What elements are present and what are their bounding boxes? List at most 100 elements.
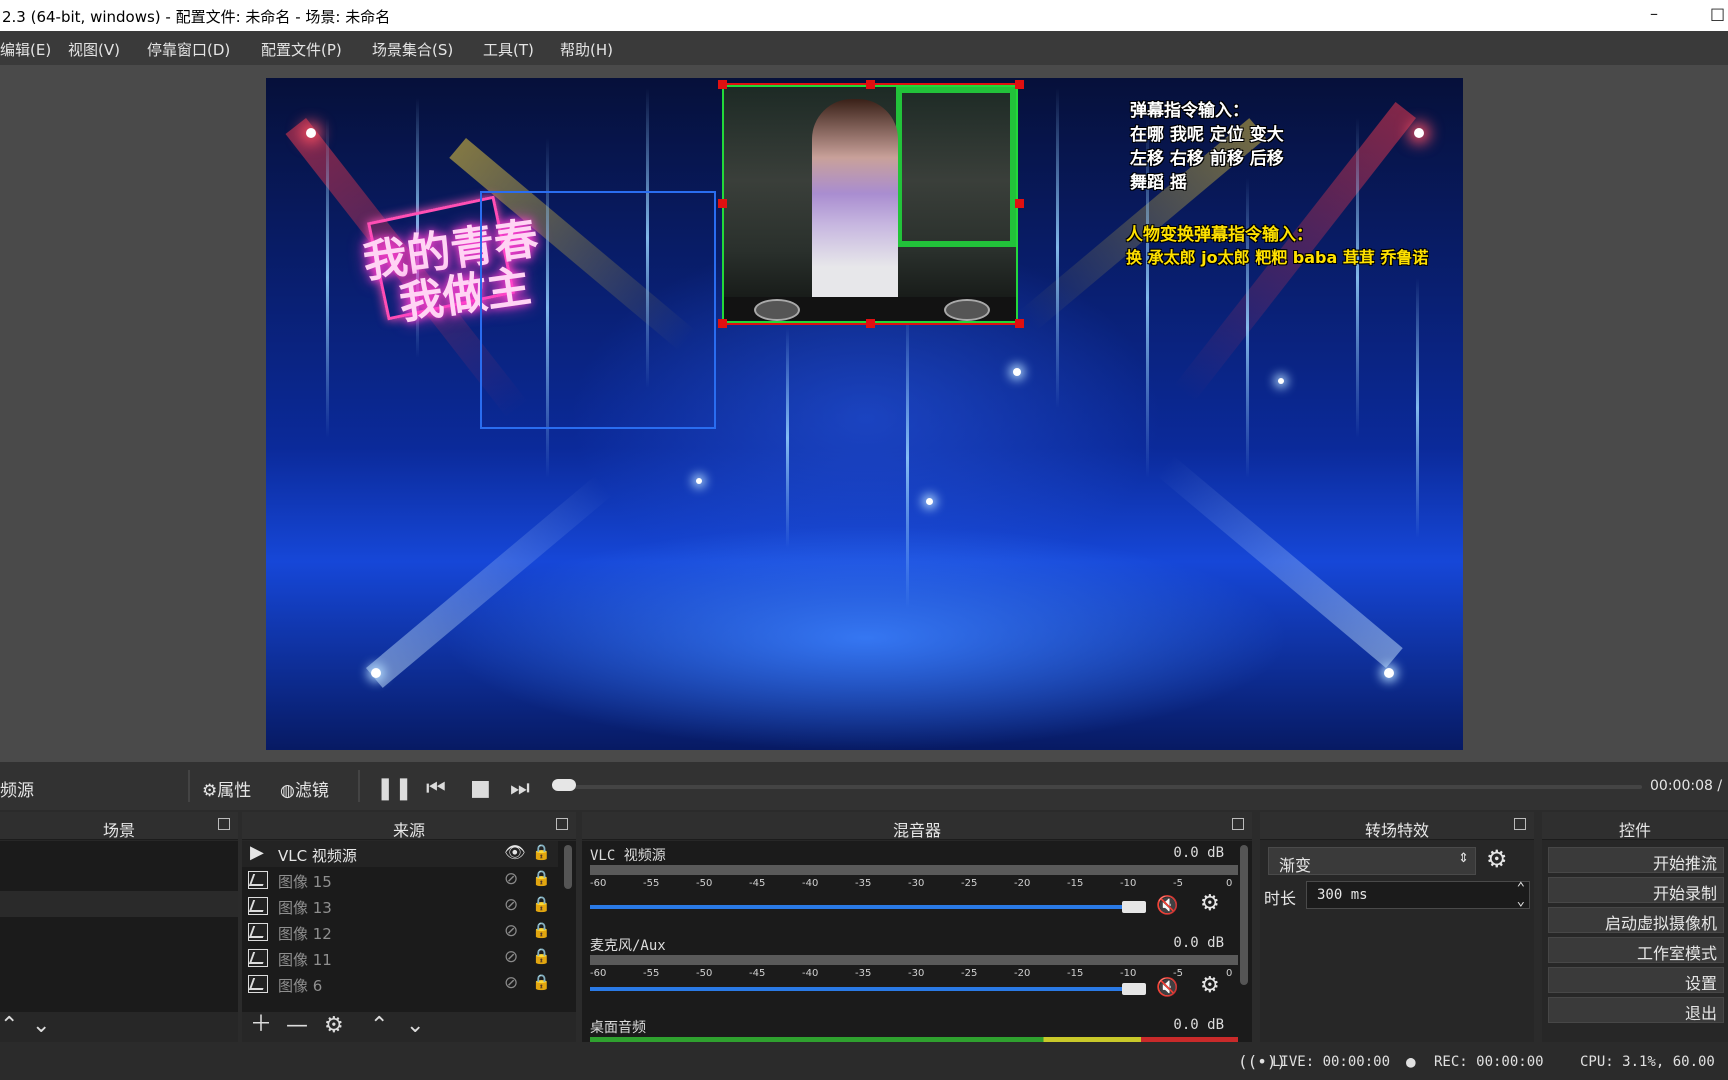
preview-canvas[interactable]: 我的青春 我做主 弹幕指令输入： 在哪 我呢 定位 变大 左移 右移 前移 后移… bbox=[266, 78, 1463, 750]
add-icon[interactable]: ＋ bbox=[250, 1006, 272, 1038]
lock-icon[interactable]: 🔒 bbox=[532, 869, 551, 887]
resize-handle[interactable] bbox=[866, 80, 875, 89]
lock-icon[interactable]: 🔒 bbox=[532, 921, 551, 939]
gear-icon[interactable]: ⚙ bbox=[1486, 845, 1508, 873]
sparkle bbox=[1384, 668, 1394, 678]
filters-button[interactable]: ◍滤镜 bbox=[280, 776, 329, 801]
lock-icon[interactable]: 🔒 bbox=[532, 843, 551, 861]
spinner-icon[interactable]: ⌃ ⌄ bbox=[1517, 881, 1525, 908]
scenes-title: 场景 bbox=[102, 821, 135, 840]
sources-list[interactable]: ▶ VLC 视频源 👁 🔒 图像 15 ⊘ 🔒 图像 13 ⊘ 🔒 图像 12 … bbox=[242, 841, 576, 1012]
meter-tick-label: -15 bbox=[1067, 878, 1084, 889]
light-streak bbox=[326, 118, 329, 438]
minimize-button[interactable]: – bbox=[1650, 4, 1658, 23]
eye-hidden-icon[interactable]: ⊘ bbox=[504, 895, 518, 915]
resize-handle[interactable] bbox=[1015, 80, 1024, 89]
menu-profile[interactable]: 配置文件(P) bbox=[261, 39, 342, 60]
source-item[interactable]: 图像 13 ⊘ 🔒 bbox=[242, 893, 558, 919]
status-bar: ((•)) LIVE: 00:00:00 ● REC: 00:00:00 CPU… bbox=[0, 1044, 1728, 1080]
menu-tools[interactable]: 工具(T) bbox=[483, 39, 534, 60]
eye-hidden-icon[interactable]: ⊘ bbox=[504, 973, 518, 993]
resize-handle[interactable] bbox=[718, 319, 727, 328]
gear-icon[interactable]: ⚙ bbox=[324, 1013, 344, 1038]
transitions-header: 转场特效 bbox=[1260, 812, 1534, 840]
menu-scene-coll[interactable]: 场景集合(S) bbox=[372, 39, 453, 60]
meter-tick-label: -45 bbox=[749, 878, 766, 889]
move-up-icon[interactable]: ⌃ bbox=[370, 1013, 388, 1038]
pause-icon[interactable]: ❚❚ bbox=[376, 776, 413, 801]
undock-icon[interactable] bbox=[1232, 818, 1244, 830]
lock-icon[interactable]: 🔒 bbox=[532, 895, 551, 913]
eye-hidden-icon[interactable]: ⊘ bbox=[504, 947, 518, 967]
remove-icon[interactable]: — bbox=[286, 1013, 308, 1038]
volume-slider[interactable] bbox=[590, 905, 1138, 909]
lock-icon[interactable]: 🔒 bbox=[532, 947, 551, 965]
image-icon bbox=[248, 897, 268, 915]
resize-handle[interactable] bbox=[866, 319, 875, 328]
undock-icon[interactable] bbox=[218, 818, 230, 830]
source-item[interactable]: 图像 11 ⊘ 🔒 bbox=[242, 945, 558, 971]
next-icon[interactable]: ⏭ bbox=[510, 776, 530, 801]
gear-icon[interactable]: ⚙ bbox=[1200, 973, 1220, 998]
move-up-icon[interactable]: ⌃ bbox=[0, 1013, 18, 1038]
mute-icon[interactable]: 🔇 bbox=[1156, 895, 1178, 916]
volume-knob[interactable] bbox=[1122, 901, 1146, 913]
undock-icon[interactable] bbox=[1514, 818, 1526, 830]
settings-button[interactable]: 设置 bbox=[1548, 967, 1724, 993]
separator bbox=[358, 770, 360, 802]
move-down-icon[interactable]: ⌄ bbox=[32, 1013, 50, 1038]
resize-handle[interactable] bbox=[718, 80, 727, 89]
eye-hidden-icon[interactable]: ⊘ bbox=[504, 921, 518, 941]
eye-hidden-icon[interactable]: ⊘ bbox=[504, 869, 518, 889]
separator bbox=[188, 770, 190, 802]
light-streak bbox=[1356, 118, 1359, 438]
mute-icon[interactable]: 🔇 bbox=[1156, 977, 1178, 998]
danmu-line-3: 舞蹈 摇 bbox=[1130, 173, 1187, 193]
meter-tick-label: -55 bbox=[643, 878, 660, 889]
exit-button[interactable]: 退出 bbox=[1548, 997, 1724, 1023]
maximize-button[interactable]: □ bbox=[1710, 4, 1725, 23]
light-beam bbox=[1156, 455, 1403, 668]
menu-view[interactable]: 视图(V) bbox=[68, 39, 120, 60]
source-item[interactable]: 图像 6 ⊘ 🔒 bbox=[242, 971, 558, 997]
menu-help[interactable]: 帮助(H) bbox=[560, 39, 613, 60]
transition-select[interactable]: 渐变 ⇕ bbox=[1268, 847, 1476, 875]
start-streaming-button[interactable]: 开始推流 bbox=[1548, 847, 1724, 873]
light-beam bbox=[366, 475, 613, 688]
properties-button[interactable]: ⚙属性 bbox=[202, 776, 251, 801]
controls-dock: 控件 开始推流 开始录制 启动虚拟摄像机 工作室模式 设置 退出 bbox=[1542, 812, 1728, 1042]
seek-handle[interactable] bbox=[552, 779, 576, 791]
scrollbar[interactable] bbox=[1240, 845, 1248, 985]
mixer-body: VLC 视频源 0.0 dB -60 -55 -50 -45 -40 -35 -30 -25-… bbox=[582, 841, 1252, 1042]
scrollbar[interactable] bbox=[564, 845, 572, 889]
eye-icon[interactable]: 👁 bbox=[504, 843, 526, 863]
scenes-header: 场景 bbox=[0, 812, 238, 840]
source-item[interactable]: 图像 15 ⊘ 🔒 bbox=[242, 867, 558, 893]
resize-handle[interactable] bbox=[1015, 319, 1024, 328]
lock-icon[interactable]: 🔒 bbox=[532, 973, 551, 991]
previous-icon[interactable]: ⏮ bbox=[426, 776, 446, 801]
menu-docks[interactable]: 停靠窗口(D) bbox=[147, 39, 230, 60]
source-item[interactable]: 图像 12 ⊘ 🔒 bbox=[242, 919, 558, 945]
gear-icon[interactable]: ⚙ bbox=[1200, 891, 1220, 916]
undock-icon[interactable] bbox=[556, 818, 568, 830]
stop-icon[interactable]: ■ bbox=[470, 776, 491, 801]
seek-bar[interactable] bbox=[552, 785, 1642, 789]
move-down-icon[interactable]: ⌄ bbox=[406, 1013, 424, 1038]
menu-edit[interactable]: 编辑(E) bbox=[0, 39, 51, 60]
source-item[interactable]: ▶ VLC 视频源 👁 🔒 bbox=[242, 841, 558, 867]
controls-title: 控件 bbox=[1618, 821, 1651, 840]
virtual-camera-button[interactable]: 启动虚拟摄像机 bbox=[1548, 907, 1724, 933]
controls-header: 控件 bbox=[1542, 812, 1728, 840]
scene-item[interactable] bbox=[0, 891, 238, 917]
scenes-list[interactable] bbox=[0, 841, 238, 1012]
resize-handle[interactable] bbox=[718, 199, 727, 208]
studio-mode-button[interactable]: 工作室模式 bbox=[1548, 937, 1724, 963]
source-bounding-box[interactable] bbox=[480, 191, 716, 429]
volume-slider[interactable] bbox=[590, 987, 1138, 991]
resize-handle[interactable] bbox=[1015, 199, 1024, 208]
start-recording-button[interactable]: 开始录制 bbox=[1548, 877, 1724, 903]
volume-knob[interactable] bbox=[1122, 983, 1146, 995]
filters-label: 滤镜 bbox=[294, 781, 329, 801]
duration-input[interactable]: 300 ms ⌃ ⌄ bbox=[1306, 881, 1530, 909]
